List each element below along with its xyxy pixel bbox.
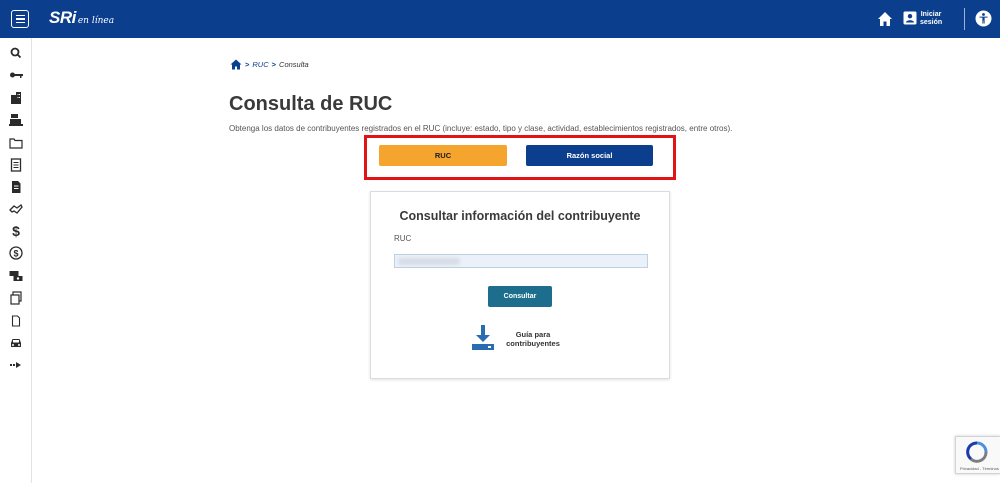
menu-icon[interactable] xyxy=(11,10,29,28)
document-icon[interactable] xyxy=(9,180,23,194)
top-header: SRi en línea Iniciar sesión xyxy=(0,0,1000,38)
buildings-icon[interactable] xyxy=(9,91,23,105)
user-card-icon[interactable] xyxy=(903,11,917,25)
document-list-icon[interactable] xyxy=(9,158,23,172)
sri-logo[interactable]: SRi en línea xyxy=(49,8,114,28)
download-icon[interactable] xyxy=(472,325,494,351)
dollar-circle-icon[interactable]: $ xyxy=(9,246,23,260)
login-label-line2: sesión xyxy=(920,19,943,26)
page-title: Consulta de RUC xyxy=(229,93,393,115)
svg-text:$: $ xyxy=(13,249,18,259)
documents-icon[interactable] xyxy=(9,291,23,305)
recaptcha-icon xyxy=(966,441,988,463)
search-icon[interactable] xyxy=(9,46,23,60)
breadcrumb-home-icon[interactable] xyxy=(230,59,242,70)
login-link[interactable]: Iniciar sesión xyxy=(920,11,942,27)
guia-line2: contribuyentes xyxy=(506,339,560,348)
logo-sub-text: en línea xyxy=(77,16,115,26)
header-divider xyxy=(964,8,965,30)
guia-line1: Guía para xyxy=(515,330,551,339)
breadcrumb-separator-icon: > xyxy=(245,60,250,69)
guia-contribuyentes-link[interactable]: Guía para contribuyentes xyxy=(501,330,565,348)
arrow-right-icon[interactable] xyxy=(9,358,23,372)
consultar-button[interactable]: Consultar xyxy=(488,286,552,307)
ruc-input[interactable] xyxy=(394,254,648,268)
folder-icon[interactable] xyxy=(9,136,23,150)
breadcrumb-item-consulta: Consulta xyxy=(279,60,309,69)
breadcrumb: > RUC > Consulta xyxy=(230,59,309,70)
login-label-line1: Iniciar xyxy=(920,11,942,18)
handshake-icon[interactable] xyxy=(9,202,23,216)
recaptcha-badge[interactable]: Privacidad - Términos xyxy=(955,436,1000,474)
key-icon[interactable] xyxy=(9,68,23,82)
small-document-icon[interactable] xyxy=(9,314,23,328)
tab-ruc-button[interactable]: RUC xyxy=(379,145,507,166)
sidebar: $ $ xyxy=(0,38,32,483)
logo-main-text: SRi xyxy=(49,8,76,27)
breadcrumb-separator-icon: > xyxy=(271,60,277,69)
cash-register-icon[interactable] xyxy=(9,113,23,127)
money-exchange-icon[interactable] xyxy=(9,269,23,283)
consulta-card: Consultar información del contribuyente … xyxy=(370,191,670,379)
accessibility-icon[interactable] xyxy=(975,10,992,27)
card-title: Consultar información del contribuyente xyxy=(399,209,641,223)
tab-razon-social-button[interactable]: Razón social xyxy=(526,145,653,166)
page-description: Obtenga los datos de contribuyentes regi… xyxy=(229,124,733,133)
recaptcha-footer: Privacidad - Términos xyxy=(960,466,999,471)
ruc-field-label: RUC xyxy=(394,234,412,243)
car-icon[interactable] xyxy=(9,336,23,350)
ruc-input-value xyxy=(398,258,460,265)
breadcrumb-item-ruc[interactable]: RUC xyxy=(252,60,268,69)
home-icon[interactable] xyxy=(877,11,893,27)
dollar-icon[interactable]: $ xyxy=(9,223,23,239)
